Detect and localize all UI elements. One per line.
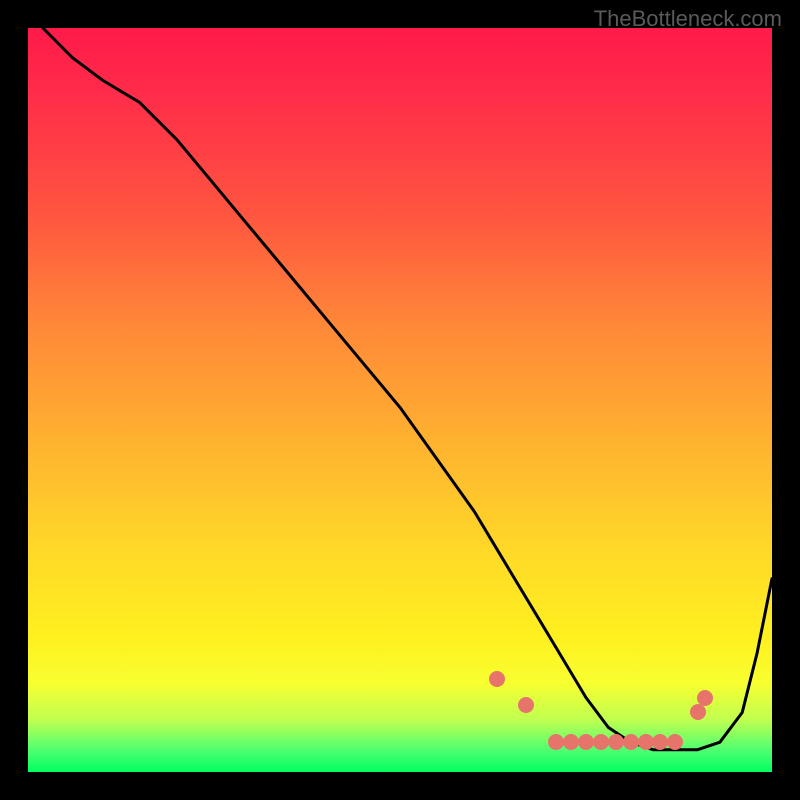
chart-point: [563, 734, 579, 750]
chart-point: [667, 734, 683, 750]
chart-point: [638, 734, 654, 750]
chart-point: [518, 697, 534, 713]
chart-point: [608, 734, 624, 750]
chart-plot-area: [28, 28, 772, 772]
chart-curve: [28, 28, 772, 772]
chart-point: [623, 734, 639, 750]
chart-point: [489, 671, 505, 687]
chart-point: [690, 704, 706, 720]
chart-point: [578, 734, 594, 750]
chart-point: [697, 690, 713, 706]
chart-point: [652, 734, 668, 750]
chart-point: [548, 734, 564, 750]
chart-point: [593, 734, 609, 750]
watermark-text: TheBottleneck.com: [594, 6, 782, 32]
